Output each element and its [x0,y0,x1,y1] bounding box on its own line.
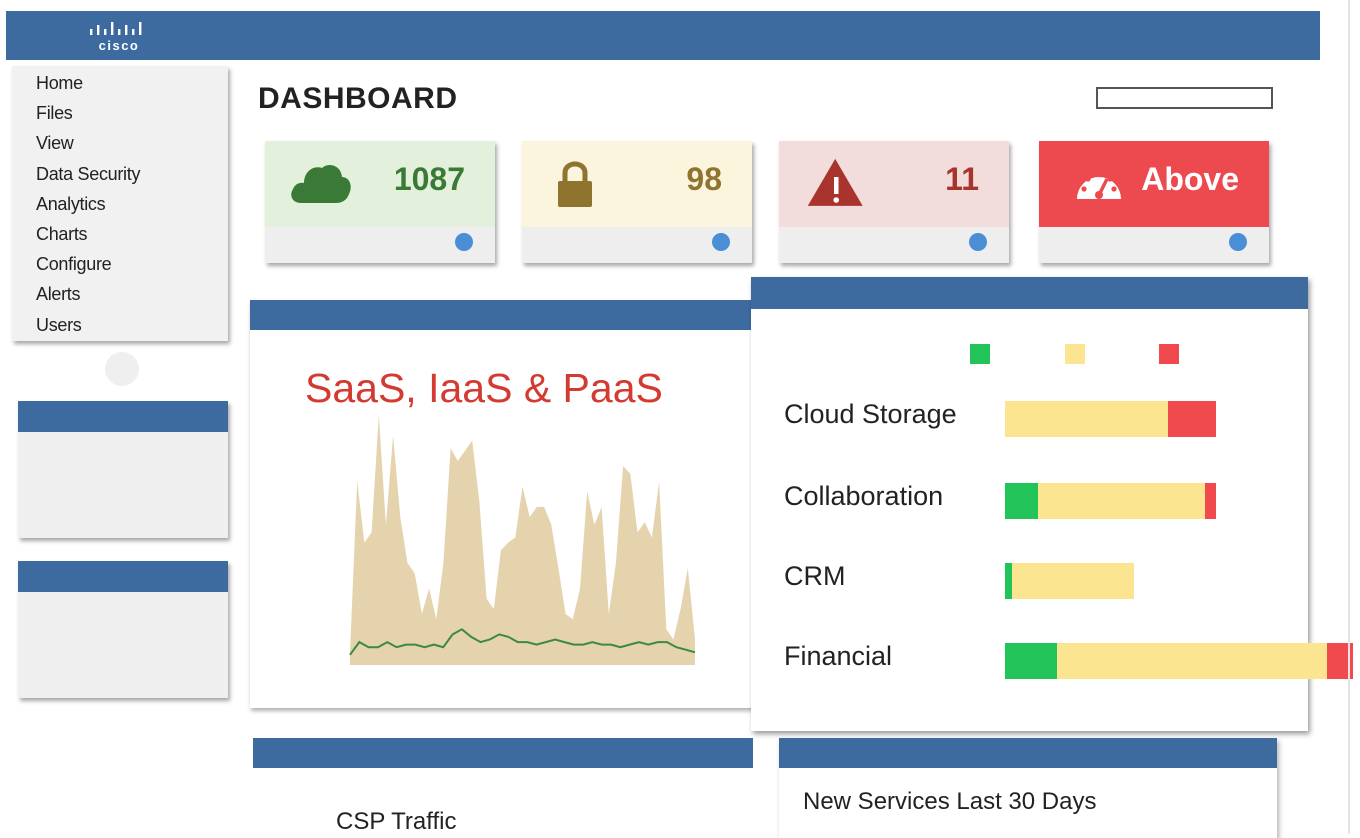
menu-item-data-security[interactable]: Data Security [36,159,140,189]
bar-segment [1204,483,1216,519]
menu-item-analytics[interactable]: Analytics [36,189,140,219]
bar-segment [1005,401,1168,437]
kpi-card-security[interactable]: 98 [522,141,752,263]
bar-label: CRM [784,561,846,591]
kpi-indicator-dot[interactable] [712,233,730,251]
kpi-value: Above [1141,161,1239,197]
panel-header [253,738,753,768]
window-edge [1348,0,1350,834]
page-title: DASHBOARD [258,82,458,115]
kpi-card-alerts[interactable]: 11 [779,141,1009,263]
side-widget-1 [18,401,228,538]
legend-red [1159,344,1179,364]
menu-item-view[interactable]: View [36,128,140,158]
speedometer-icon [1077,171,1121,199]
menu-item-configure[interactable]: Configure [36,249,140,279]
kpi-value: 98 [686,161,722,197]
panel-header [751,277,1308,309]
kpi-indicator-dot[interactable] [455,233,473,251]
bar-label: Financial [784,641,893,671]
new-services-panel: New Services Last 30 Days [779,738,1277,838]
cloud-icon [291,165,351,203]
menu-item-files[interactable]: Files [36,98,140,128]
kpi-value: 1087 [393,161,465,197]
side-widget-header [18,561,228,592]
kpi-card-performance[interactable]: Above [1039,141,1269,263]
bar-segment [1005,483,1039,519]
kpi-top: 98 [522,141,752,227]
collapse-toggle[interactable] [105,352,139,386]
kpi-top: 11 [779,141,1009,227]
warning-icon [807,158,863,206]
bar-segment [1005,643,1057,679]
sidebar-menu: Home Files View Data Security Analytics Chart… [12,66,228,341]
legend-green [970,344,990,364]
kpi-value: 11 [945,161,979,197]
side-widget-2 [18,561,228,698]
area-series [350,415,695,665]
bar-segment [1005,563,1013,599]
logo-text: cisco [98,38,140,53]
kpi-indicator-dot[interactable] [969,233,987,251]
menu-item-charts[interactable]: Charts [36,219,140,249]
kpi-top: Above [1039,141,1269,227]
panel-header [779,738,1277,768]
bar-label: Collaboration [784,481,944,511]
top-header-bar [6,11,1320,60]
new-services-label: New Services Last 30 Days [803,788,1097,815]
legend-yellow [1065,344,1085,364]
bar-segment [1038,483,1205,519]
csp-traffic-panel: CSP Traffic [253,738,753,838]
kpi-top: 1087 [265,141,495,227]
menu-item-alerts[interactable]: Alerts [36,279,140,309]
bar-segment [1056,643,1327,679]
bar-label: Cloud Storage [784,399,957,429]
search-input[interactable] [1096,87,1273,109]
area-chart [349,415,696,665]
menu-item-home[interactable]: Home [36,68,140,98]
panel-header [250,300,770,330]
cisco-logo[interactable]: cisco [84,18,154,56]
bar-segment [1167,401,1216,437]
kpi-card-cloud[interactable]: 1087 [265,141,495,263]
csp-traffic-label: CSP Traffic [336,808,457,835]
cisco-bars-icon [90,22,142,35]
menu-item-users[interactable]: Users [36,310,140,340]
bar-segment [1012,563,1135,599]
lock-icon [558,161,592,207]
side-widget-header [18,401,228,432]
kpi-indicator-dot[interactable] [1229,233,1247,251]
